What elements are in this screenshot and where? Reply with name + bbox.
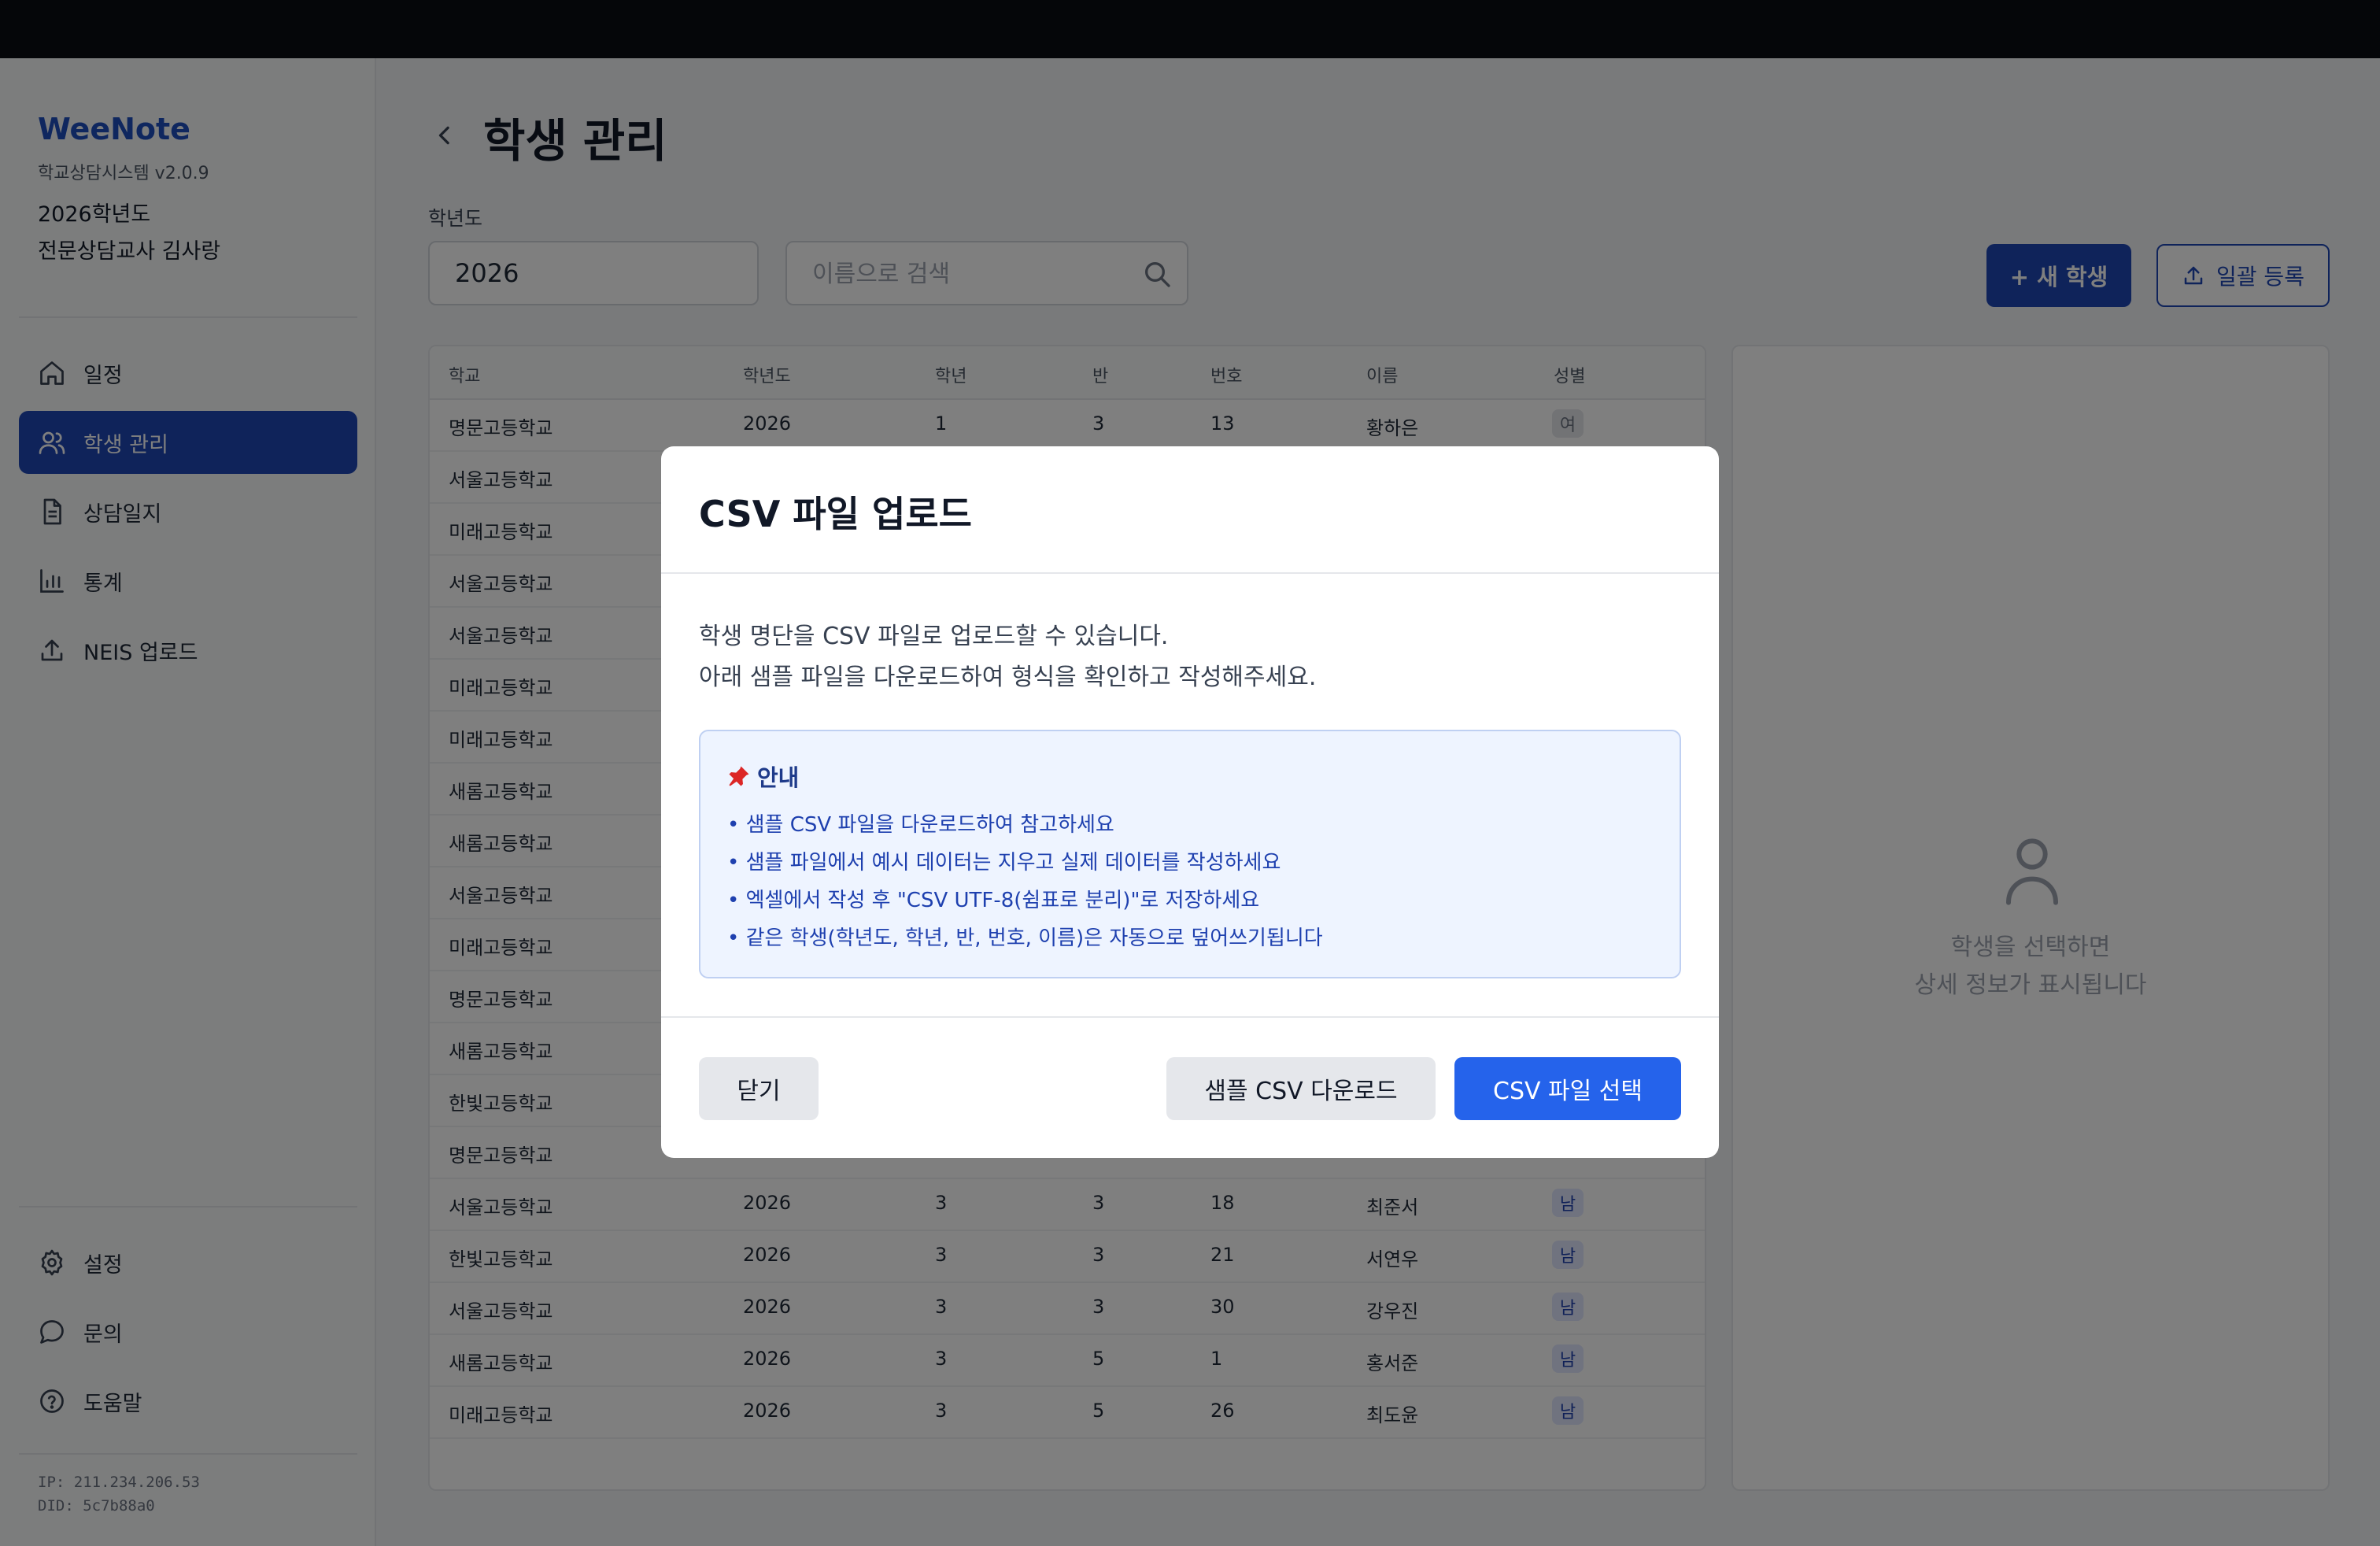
dialog-divider [661,1016,1719,1018]
dialog-description: 학생 명단을 CSV 파일로 업로드할 수 있습니다. [699,623,1169,650]
dialog-divider [661,572,1719,574]
pushpin-icon [729,766,749,786]
window-top-bar [0,0,2380,58]
select-csv-file-button[interactable]: CSV 파일 선택 [1454,1057,1681,1120]
notice-item: • 같은 학생(학년도, 학년, 반, 번호, 이름)은 자동으로 덮어쓰기됩니… [727,926,1323,950]
dialog-description: 아래 샘플 파일을 다운로드하여 형식을 확인하고 작성해주세요. [699,664,1317,691]
download-sample-csv-button[interactable]: 샘플 CSV 다운로드 [1166,1057,1436,1120]
close-button[interactable]: 닫기 [699,1057,819,1120]
notice-title-text: 안내 [757,764,800,791]
app: WeeNote 학교상담시스템 v2.0.9 2026학년도 전문상담교사 김사… [0,58,2380,1546]
notice-item: • 샘플 CSV 파일을 다운로드하여 참고하세요 [727,813,1114,837]
dialog-title: CSV 파일 업로드 [699,493,972,535]
notice-box: 안내 • 샘플 CSV 파일을 다운로드하여 참고하세요 • 샘플 파일에서 예… [699,730,1681,978]
csv-upload-dialog: CSV 파일 업로드 학생 명단을 CSV 파일로 업로드할 수 있습니다. 아… [661,446,1719,1158]
notice-item: • 샘플 파일에서 예시 데이터는 지우고 실제 데이터를 작성하세요 [727,851,1281,875]
notice-title: 안내 [727,760,799,793]
notice-item: • 엑셀에서 작성 후 "CSV UTF-8(쉼표로 분리)"로 저장하세요 [727,889,1260,912]
